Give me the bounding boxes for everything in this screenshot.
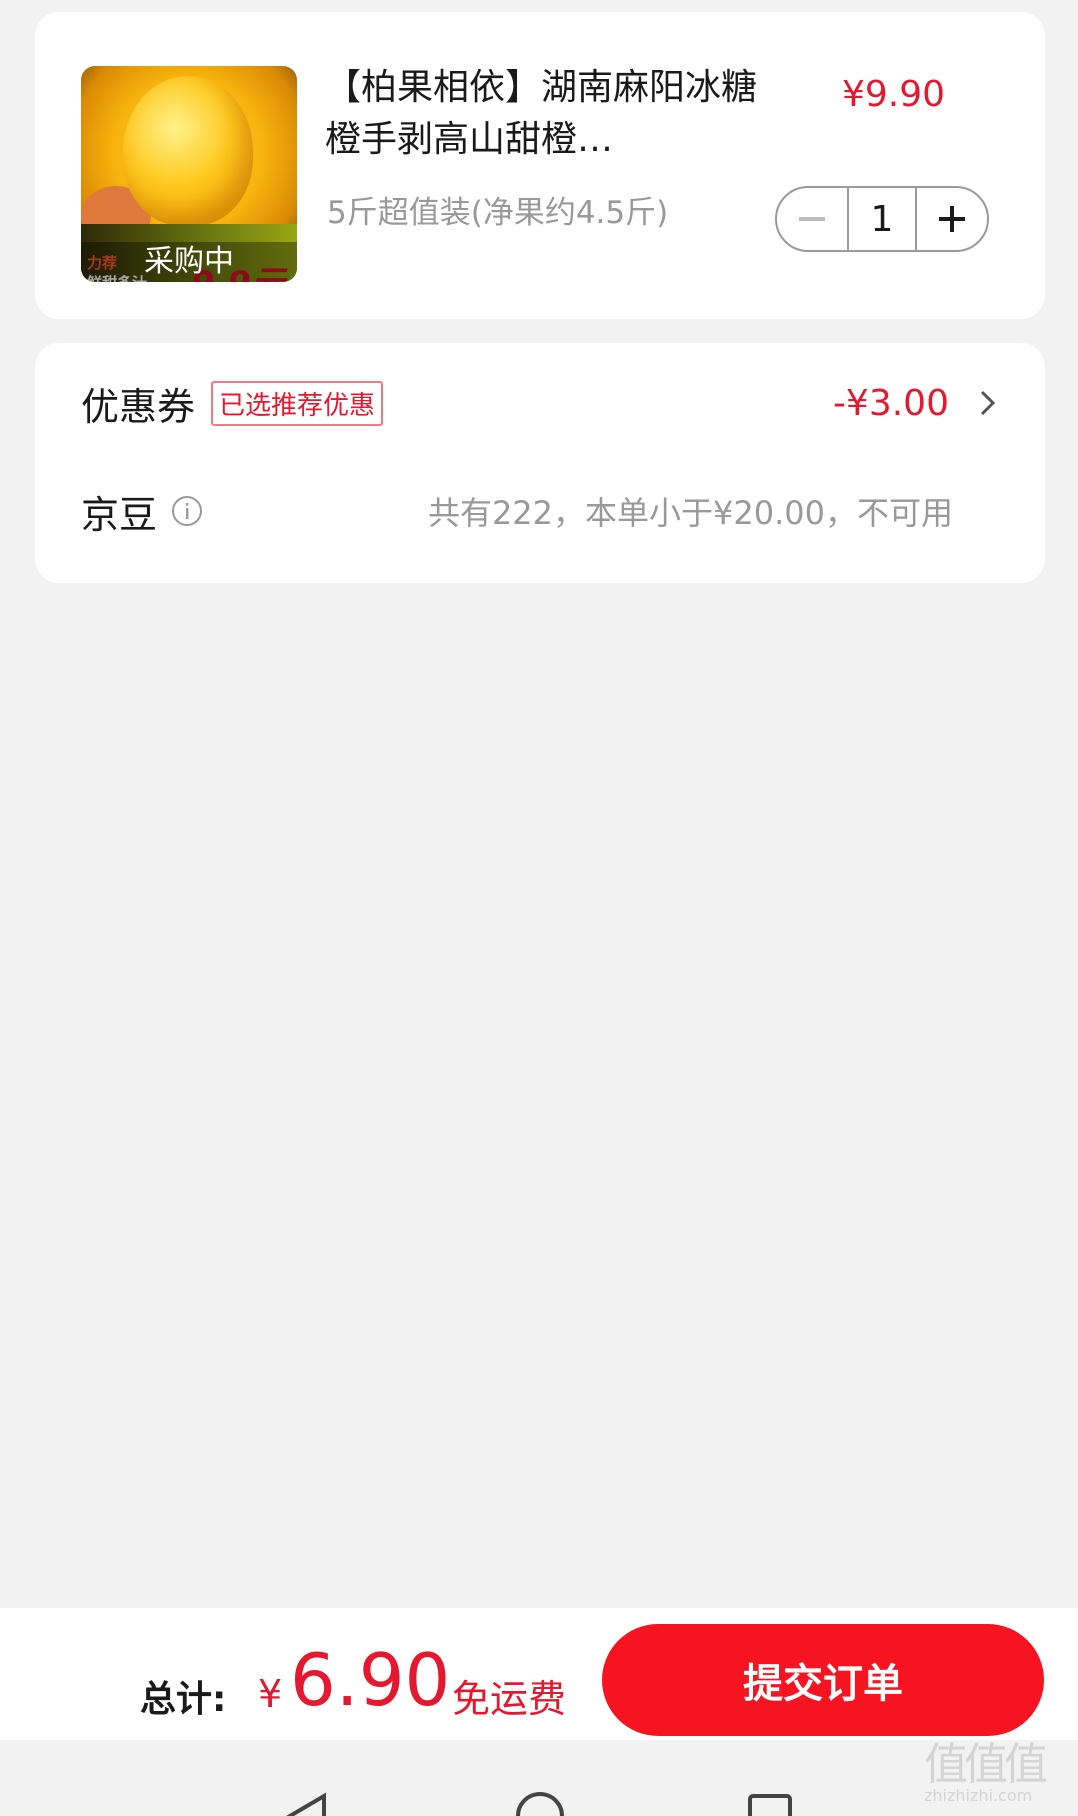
- info-icon[interactable]: [171, 495, 203, 527]
- chevron-right-icon[interactable]: [977, 385, 999, 421]
- watermark: 值值值 zhizhizhi.com: [924, 1740, 1074, 1810]
- product-image-orange: [123, 76, 253, 226]
- home-icon[interactable]: [510, 1786, 570, 1816]
- watermark-url: zhizhizhi.com: [924, 1786, 1033, 1805]
- procurement-status-overlay: 采购中: [81, 242, 297, 282]
- minus-icon: [799, 217, 825, 221]
- submit-order-button[interactable]: 提交订单: [602, 1624, 1044, 1736]
- product-card: 力荐 鲜甜多汁 9.9元 采购中 【柏果相依】湖南麻阳冰糖橙手剥高山甜橙… ¥9…: [35, 12, 1045, 319]
- product-title[interactable]: 【柏果相依】湖南麻阳冰糖橙手剥高山甜橙…: [325, 62, 785, 166]
- jingdou-label: 京豆: [81, 492, 158, 537]
- total-label: 总计:: [140, 1679, 227, 1720]
- jingdou-row: 京豆 共有222，本单小于¥20.00，不可用: [81, 481, 999, 541]
- product-price: ¥9.90: [841, 74, 945, 115]
- watermark-logo: 值值值: [924, 1739, 1048, 1790]
- total-currency: ¥: [258, 1672, 283, 1716]
- quantity-stepper: 1: [775, 186, 989, 252]
- increase-quantity-button[interactable]: [917, 188, 987, 250]
- jingdou-unavailable-note: 共有222，本单小于¥20.00，不可用: [427, 494, 953, 532]
- back-icon[interactable]: [280, 1786, 340, 1816]
- plus-icon: [939, 206, 965, 232]
- coupon-row[interactable]: 优惠券 已选推荐优惠 -¥3.00: [81, 373, 999, 433]
- decrease-quantity-button[interactable]: [777, 188, 847, 250]
- coupon-recommended-badge: 已选推荐优惠: [211, 380, 384, 426]
- free-shipping-label: 免运费: [452, 1677, 567, 1721]
- coupon-discount-value: -¥3.00: [832, 382, 949, 424]
- product-image[interactable]: 力荐 鲜甜多汁 9.9元 采购中: [81, 66, 297, 282]
- quantity-value[interactable]: 1: [847, 188, 917, 250]
- recent-apps-icon[interactable]: [740, 1786, 800, 1816]
- total-amount: 6.90: [290, 1638, 451, 1722]
- coupon-label: 优惠券: [81, 384, 196, 429]
- system-navigation-bar: [0, 1740, 1078, 1816]
- discounts-card: 优惠券 已选推荐优惠 -¥3.00 京豆 共有222，本单小于¥20.00，不可…: [35, 343, 1045, 583]
- product-spec[interactable]: 5斤超值装(净果约4.5斤): [327, 187, 668, 232]
- checkout-bar: 总计: ¥ 6.90 免运费 提交订单: [0, 1608, 1078, 1740]
